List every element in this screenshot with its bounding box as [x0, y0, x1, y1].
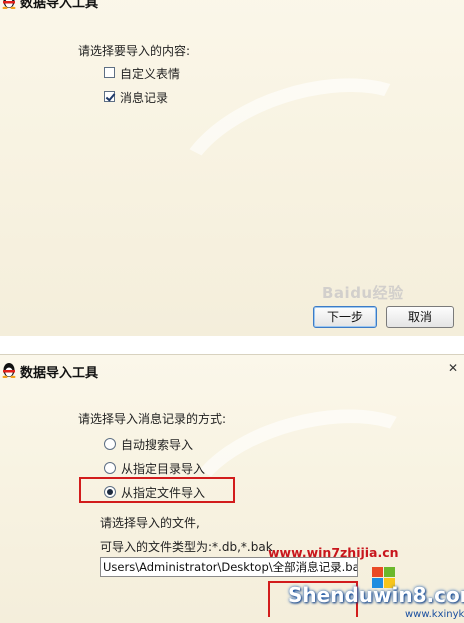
- title-bar: 数据导入工具 ✕: [0, 355, 464, 387]
- title-bar: 数据导入工具: [0, 0, 464, 18]
- cancel-button[interactable]: 取消: [386, 306, 454, 328]
- import-method-prompt: 请选择导入消息记录的方式:: [78, 412, 227, 426]
- custom-emoticons-checkbox[interactable]: [104, 67, 115, 78]
- qq-penguin-icon: [2, 363, 16, 378]
- from-directory-label: 从指定目录导入: [121, 462, 206, 476]
- file-select-prompt: 请选择导入的文件,: [100, 516, 200, 530]
- background-feather-decoration: [153, 48, 455, 272]
- next-button[interactable]: 下一步: [313, 306, 377, 328]
- message-records-label: 消息记录: [120, 91, 169, 105]
- auto-search-label: 自动搜索导入: [121, 438, 194, 452]
- qq-penguin-icon: [2, 0, 16, 9]
- window-title: 数据导入工具: [20, 366, 99, 381]
- file-path-input[interactable]: Users\Administrator\Desktop\全部消息记录.bak: [100, 557, 358, 577]
- baidu-watermark: Baidu经验: [322, 284, 404, 302]
- window-title: 数据导入工具: [20, 0, 99, 11]
- auto-search-radio[interactable]: [104, 438, 116, 450]
- win7zhijia-watermark: www.win7zhijia.cn: [268, 545, 399, 560]
- file-types-hint: 可导入的文件类型为:*.db,*.bak: [100, 540, 273, 554]
- custom-emoticons-label: 自定义表情: [120, 67, 181, 81]
- kxinyk-watermark: www.kxinyk.com: [405, 609, 464, 620]
- dialog-content-selection: 数据导入工具 请选择要导入的内容: 自定义表情 消息记录 Baidu经验 下一步…: [0, 0, 464, 336]
- close-icon[interactable]: ✕: [446, 361, 460, 375]
- dialog-import-method: 数据导入工具 ✕ 请选择导入消息记录的方式: 自动搜索导入 从指定目录导入 从指…: [0, 354, 464, 623]
- red-highlight-box: [79, 477, 235, 503]
- import-content-prompt: 请选择要导入的内容:: [78, 44, 191, 58]
- from-directory-radio[interactable]: [104, 462, 116, 474]
- message-records-checkbox[interactable]: [104, 91, 115, 102]
- shenduwin8-watermark: Shenduwin8.com: [288, 583, 464, 607]
